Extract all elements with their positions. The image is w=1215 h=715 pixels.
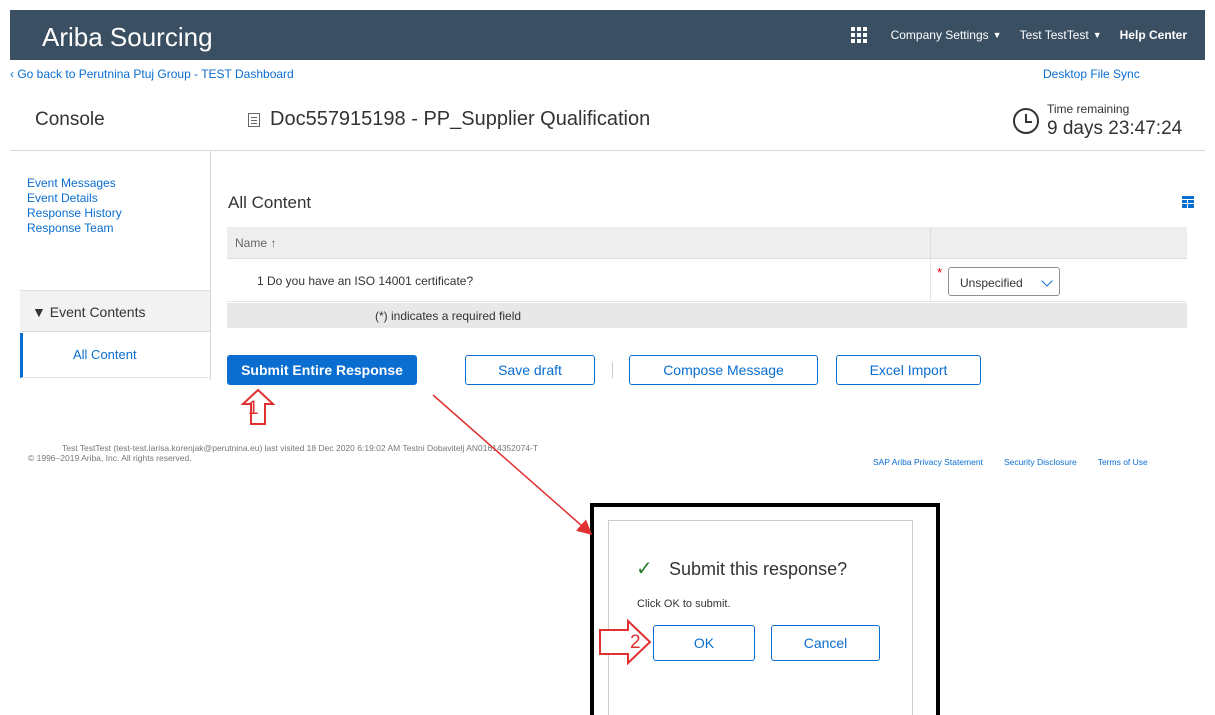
connector-arrow bbox=[432, 394, 593, 535]
table-row: 1 Do you have an ISO 14001 certificate? … bbox=[227, 260, 1187, 302]
checkmark-icon: ✓ bbox=[636, 558, 653, 580]
company-settings-menu[interactable]: Company Settings ▼ bbox=[891, 28, 1002, 42]
sidebar-links: Event Messages Event Details Response Hi… bbox=[27, 176, 122, 236]
event-contents-toggle[interactable]: ▼ Event Contents bbox=[20, 290, 210, 332]
save-draft-button[interactable]: Save draft bbox=[465, 355, 595, 385]
caret-down-icon: ▼ bbox=[992, 30, 1002, 40]
sidebar-item-event-messages[interactable]: Event Messages bbox=[27, 176, 122, 191]
sidebar-item-event-details[interactable]: Event Details bbox=[27, 191, 122, 206]
triangle-down-icon: ▼ bbox=[32, 304, 50, 320]
help-center-link[interactable]: Help Center bbox=[1120, 28, 1187, 42]
terms-of-use-link[interactable]: Terms of Use bbox=[1098, 457, 1148, 467]
document-icon bbox=[248, 112, 260, 127]
back-to-dashboard-link[interactable]: ‹ Go back to Perutnina Ptuj Group - TEST… bbox=[10, 67, 294, 81]
answer-select-value: Unspecified bbox=[960, 276, 1023, 290]
desktop-file-sync-link[interactable]: Desktop File Sync bbox=[1043, 67, 1140, 81]
step-2-label: 2 bbox=[630, 632, 641, 653]
caret-down-icon: ▼ bbox=[1092, 30, 1102, 40]
step-1-label: 1 bbox=[248, 398, 259, 419]
section-title: All Content bbox=[228, 193, 312, 212]
sort-ascending-icon: ↑ bbox=[270, 236, 277, 250]
sidebar-divider bbox=[210, 150, 211, 380]
user-menu[interactable]: Test TestTest ▼ bbox=[1020, 28, 1102, 42]
compose-message-button[interactable]: Compose Message bbox=[629, 355, 818, 385]
submit-entire-response-button[interactable]: Submit Entire Response bbox=[227, 355, 417, 385]
table-header: Name ↑ bbox=[227, 227, 1187, 259]
time-remaining-value: 9 days 23:47:24 bbox=[1047, 118, 1183, 139]
excel-import-button[interactable]: Excel Import bbox=[836, 355, 981, 385]
column-header-name[interactable]: Name ↑ bbox=[235, 236, 276, 250]
dialog-message: Click OK to submit. bbox=[637, 598, 731, 610]
header-divider bbox=[10, 150, 1205, 151]
required-note-row: (*) indicates a required field bbox=[227, 303, 1187, 328]
clock-icon bbox=[1013, 108, 1039, 134]
ok-button[interactable]: OK bbox=[653, 625, 755, 661]
privacy-statement-link[interactable]: SAP Ariba Privacy Statement bbox=[873, 457, 983, 467]
footer-user-info: Test TestTest (test-test.larisa.korenjak… bbox=[62, 443, 539, 453]
required-note: (*) indicates a required field bbox=[375, 309, 522, 323]
column-divider bbox=[930, 227, 931, 259]
company-settings-label: Company Settings bbox=[890, 28, 989, 42]
cancel-button[interactable]: Cancel bbox=[771, 625, 880, 661]
top-bar-actions: Company Settings ▼ Test TestTest ▼ Help … bbox=[850, 10, 1187, 60]
footer-copyright: © 1996–2019 Ariba, Inc. All rights reser… bbox=[28, 453, 192, 463]
sidebar-item-response-team[interactable]: Response Team bbox=[27, 221, 122, 236]
user-menu-label: Test TestTest bbox=[1019, 28, 1089, 42]
sidebar-item-response-history[interactable]: Response History bbox=[27, 206, 122, 221]
answer-select[interactable]: Unspecified bbox=[948, 267, 1060, 296]
dialog-title: Submit this response? bbox=[669, 559, 848, 579]
question-label: 1 Do you have an ISO 14001 certificate? bbox=[257, 274, 474, 288]
back-link-label: Go back to Perutnina Ptuj Group - TEST D… bbox=[17, 67, 294, 81]
app-title: Ariba Sourcing bbox=[42, 22, 213, 52]
sidebar-item-all-content[interactable]: All Content bbox=[20, 333, 210, 378]
required-marker: * bbox=[937, 265, 943, 280]
button-separator bbox=[612, 362, 613, 378]
top-bar: Ariba Sourcing Company Settings ▼ Test T… bbox=[10, 10, 1205, 60]
doc-title-text: Doc557915198 - PP_Supplier Qualification bbox=[270, 108, 651, 130]
confirm-dialog bbox=[608, 520, 913, 715]
footer-links: SAP Ariba Privacy Statement Security Dis… bbox=[873, 457, 1148, 467]
page-title: Doc557915198 - PP_Supplier Qualification bbox=[248, 108, 650, 131]
time-remaining-label: Time remaining bbox=[1047, 102, 1130, 116]
apps-grid-icon[interactable] bbox=[850, 27, 867, 43]
security-disclosure-link[interactable]: Security Disclosure bbox=[1004, 457, 1077, 467]
console-title: Console bbox=[35, 109, 105, 130]
table-options-icon[interactable] bbox=[1182, 196, 1194, 208]
column-divider bbox=[930, 260, 931, 302]
time-remaining: Time remaining 9 days 23:47:24 bbox=[1013, 102, 1182, 140]
chevron-down-icon bbox=[1041, 275, 1053, 287]
column-name-label: Name bbox=[235, 236, 268, 250]
event-contents-label: Event Contents bbox=[49, 304, 146, 320]
